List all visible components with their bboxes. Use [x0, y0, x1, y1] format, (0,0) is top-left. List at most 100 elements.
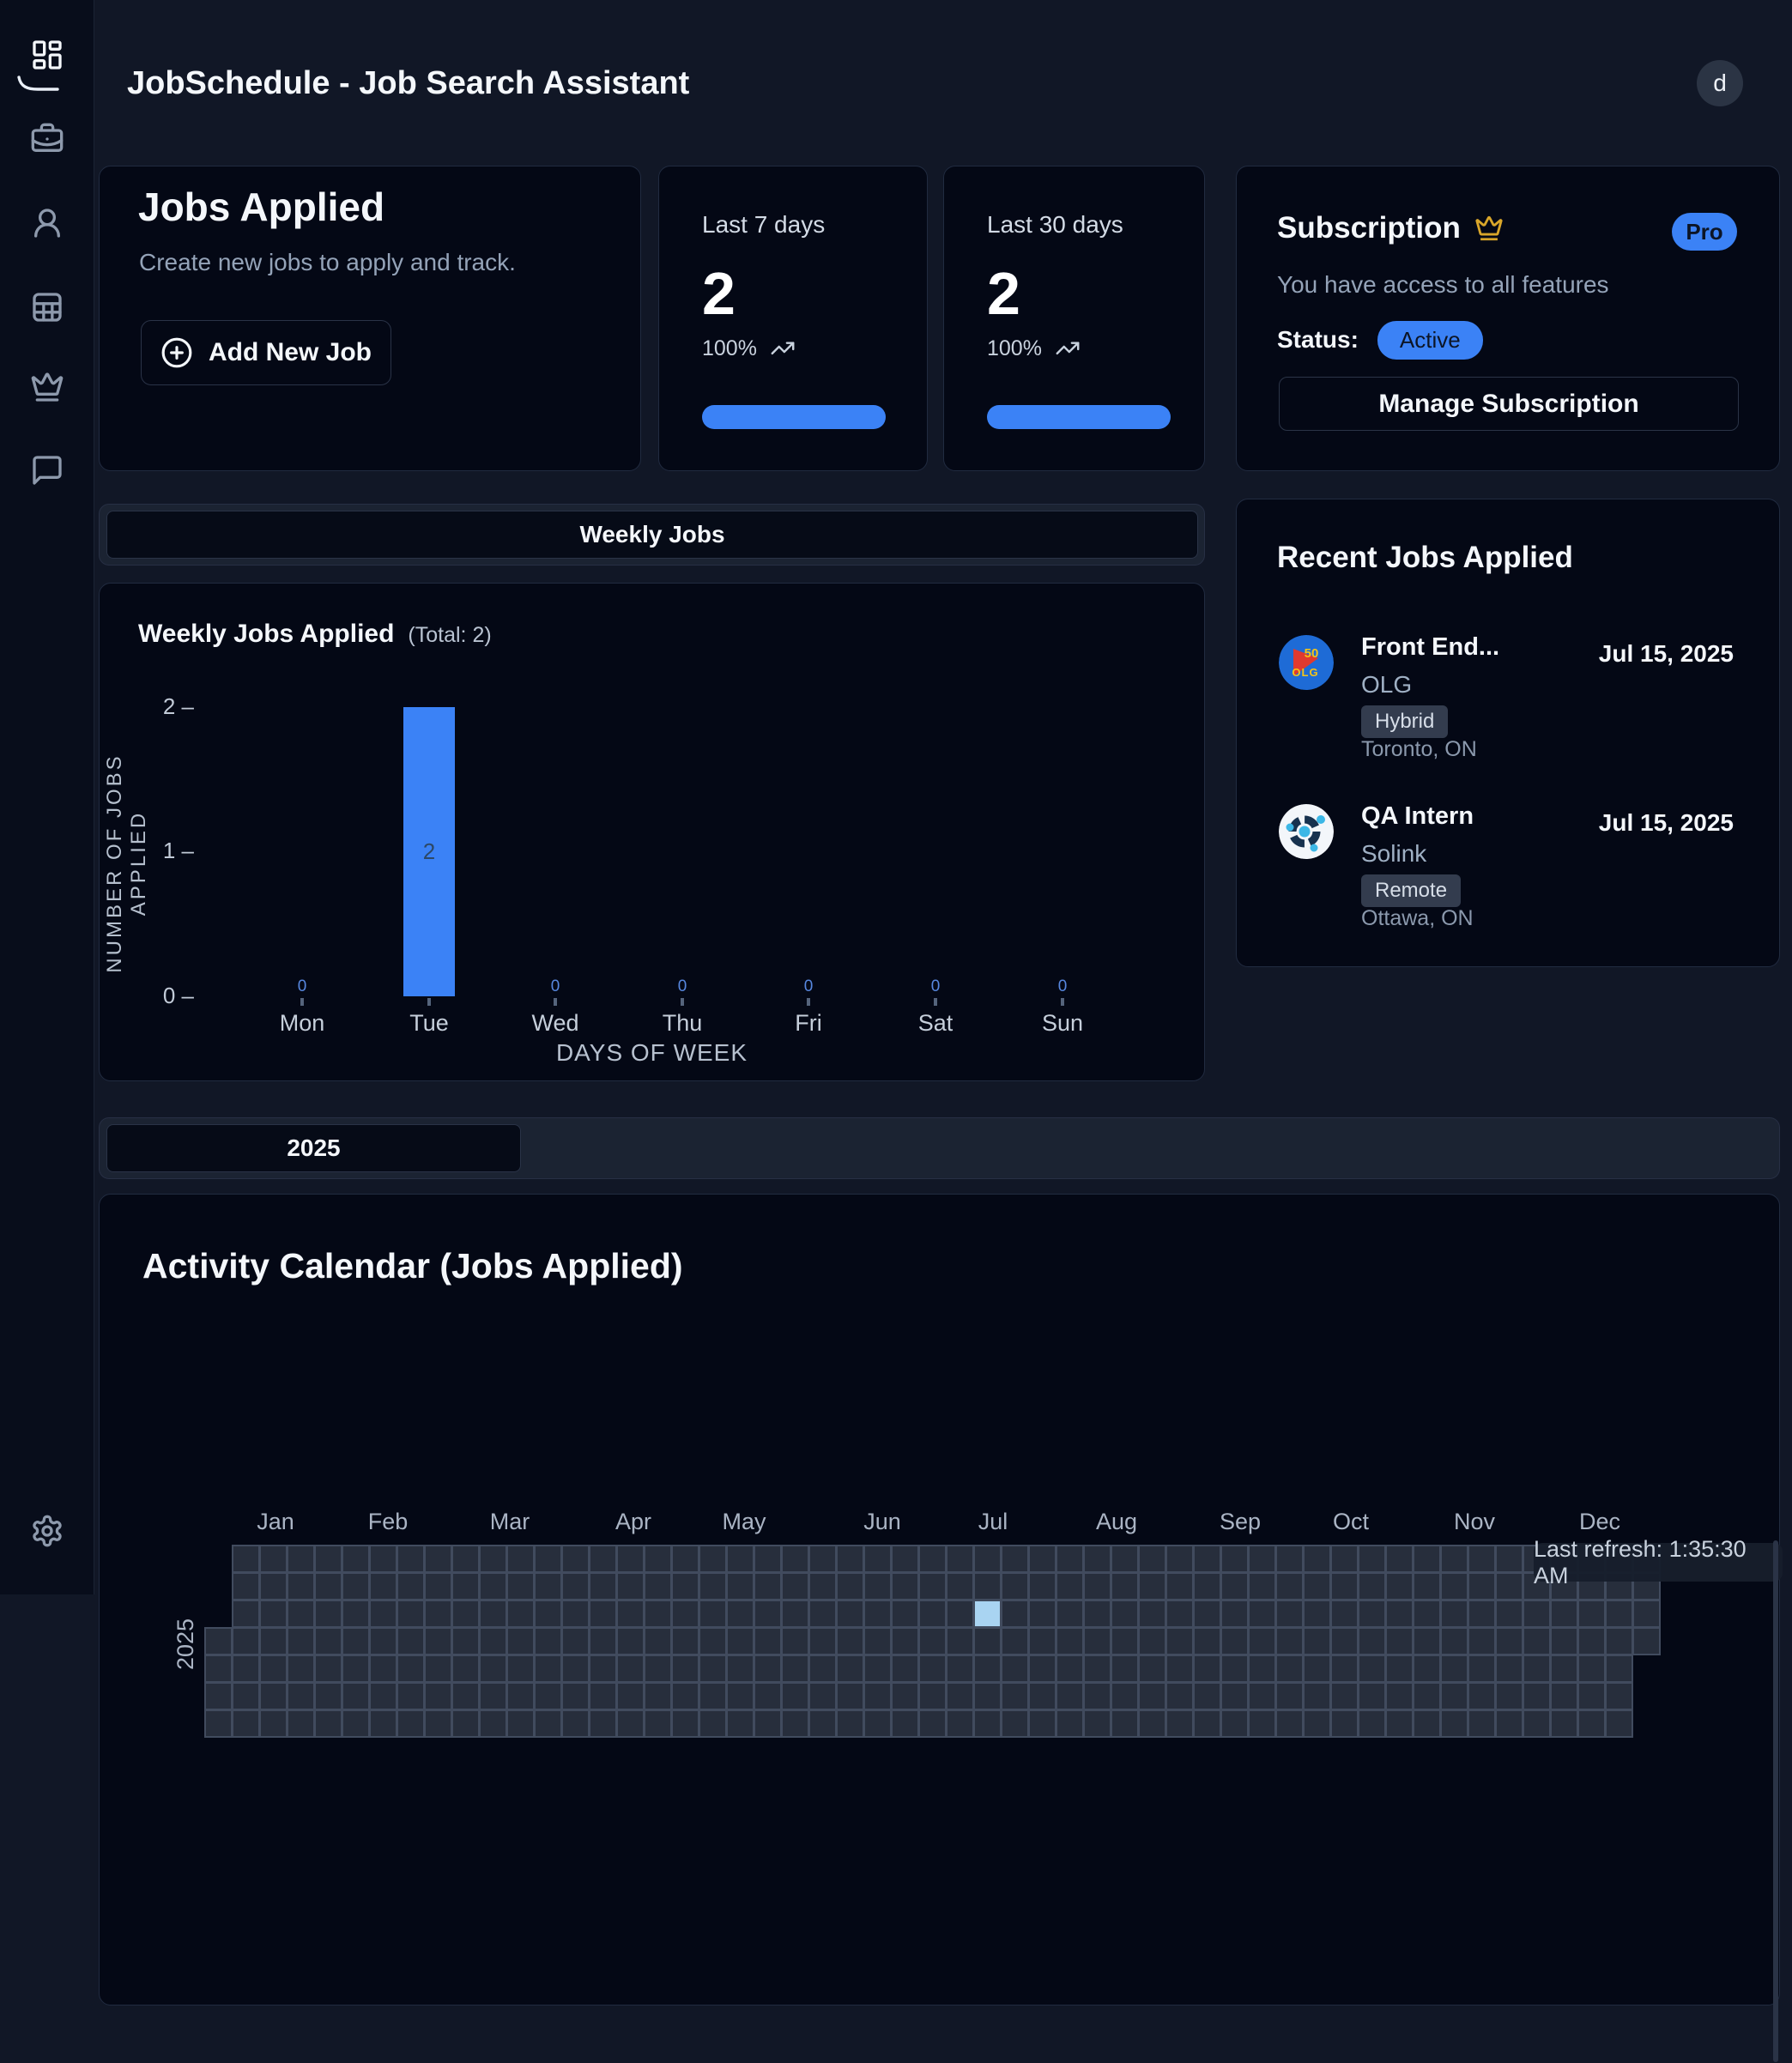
heatmap-cell[interactable]	[508, 1656, 533, 1681]
heatmap-cell[interactable]	[783, 1711, 808, 1736]
heatmap-cell[interactable]	[316, 1629, 341, 1654]
heatmap-cell[interactable]	[645, 1629, 670, 1654]
heatmap-cell[interactable]	[1085, 1574, 1110, 1599]
heatmap-cell[interactable]	[508, 1574, 533, 1599]
heatmap-cell[interactable]	[1414, 1601, 1439, 1626]
heatmap-cell[interactable]	[1277, 1546, 1302, 1571]
heatmap-cell[interactable]	[947, 1656, 972, 1681]
heatmap-cell[interactable]	[1332, 1656, 1357, 1681]
heatmap-cell[interactable]	[1057, 1656, 1082, 1681]
heatmap-cell[interactable]	[1030, 1684, 1055, 1709]
heatmap-cell[interactable]	[1579, 1711, 1604, 1736]
heatmap-cell[interactable]	[975, 1629, 1000, 1654]
heatmap-cell[interactable]	[920, 1711, 945, 1736]
heatmap-cell[interactable]	[453, 1546, 478, 1571]
heatmap-cell[interactable]	[947, 1711, 972, 1736]
heatmap-cell[interactable]	[1085, 1656, 1110, 1681]
heatmap-cell[interactable]	[316, 1656, 341, 1681]
heatmap-cell[interactable]	[481, 1656, 506, 1681]
heatmap-cell[interactable]	[645, 1684, 670, 1709]
heatmap-cell[interactable]	[1469, 1574, 1494, 1599]
heatmap-cell[interactable]	[1002, 1629, 1027, 1654]
heatmap-cell[interactable]	[1140, 1711, 1165, 1736]
heatmap-cell[interactable]	[590, 1629, 615, 1654]
heatmap-cell[interactable]	[1359, 1546, 1384, 1571]
heatmap-cell[interactable]	[426, 1684, 451, 1709]
heatmap-cell[interactable]	[838, 1601, 863, 1626]
heatmap-cell[interactable]	[947, 1629, 972, 1654]
heatmap-cell[interactable]	[1030, 1601, 1055, 1626]
heatmap-cell[interactable]	[1195, 1574, 1220, 1599]
heatmap-cell[interactable]	[1442, 1574, 1467, 1599]
heatmap-cell[interactable]	[1002, 1601, 1027, 1626]
heatmap-cell[interactable]	[920, 1601, 945, 1626]
heatmap-cell[interactable]	[975, 1656, 1000, 1681]
calendar-heatmap-grid[interactable]	[206, 1546, 1659, 1736]
heatmap-cell[interactable]	[810, 1574, 835, 1599]
heatmap-cell[interactable]	[1195, 1601, 1220, 1626]
heatmap-cell[interactable]	[481, 1574, 506, 1599]
heatmap-cell[interactable]	[261, 1684, 286, 1709]
heatmap-cell[interactable]	[728, 1574, 753, 1599]
heatmap-cell[interactable]	[233, 1684, 258, 1709]
heatmap-cell[interactable]	[810, 1629, 835, 1654]
heatmap-cell[interactable]	[618, 1574, 643, 1599]
heatmap-cell[interactable]	[233, 1574, 258, 1599]
heatmap-cell[interactable]	[1305, 1629, 1329, 1654]
heatmap-cell[interactable]	[316, 1546, 341, 1571]
heatmap-cell[interactable]	[1085, 1684, 1110, 1709]
heatmap-cell[interactable]	[947, 1574, 972, 1599]
heatmap-cell[interactable]	[261, 1546, 286, 1571]
heatmap-cell[interactable]	[1030, 1574, 1055, 1599]
heatmap-cell[interactable]	[1579, 1601, 1604, 1626]
heatmap-cell[interactable]	[398, 1629, 423, 1654]
heatmap-cell[interactable]	[398, 1711, 423, 1736]
heatmap-cell[interactable]	[1057, 1546, 1082, 1571]
heatmap-cell[interactable]	[920, 1656, 945, 1681]
heatmap-cell[interactable]	[1469, 1684, 1494, 1709]
heatmap-cell[interactable]	[536, 1684, 560, 1709]
heatmap-cell[interactable]	[920, 1546, 945, 1571]
heatmap-cell[interactable]	[755, 1711, 780, 1736]
heatmap-cell[interactable]	[645, 1656, 670, 1681]
vertical-scrollbar-thumb[interactable]	[1773, 1540, 1778, 2062]
heatmap-cell[interactable]	[893, 1546, 917, 1571]
heatmap-cell[interactable]	[728, 1711, 753, 1736]
heatmap-cell[interactable]	[1112, 1684, 1137, 1709]
heatmap-cell[interactable]	[1057, 1684, 1082, 1709]
heatmap-cell[interactable]	[1057, 1629, 1082, 1654]
heatmap-cell[interactable]	[1497, 1601, 1522, 1626]
heatmap-cell[interactable]	[755, 1629, 780, 1654]
heatmap-cell[interactable]	[1195, 1656, 1220, 1681]
heatmap-cell[interactable]	[1305, 1711, 1329, 1736]
heatmap-cell[interactable]	[618, 1656, 643, 1681]
job-item-qa-intern[interactable]: QA Intern Jul 15, 2025 Solink Remote Ott…	[1237, 789, 1779, 960]
heatmap-cell[interactable]	[1579, 1629, 1604, 1654]
heatmap-cell[interactable]	[975, 1546, 1000, 1571]
heatmap-cell[interactable]	[426, 1656, 451, 1681]
heatmap-cell[interactable]	[316, 1711, 341, 1736]
heatmap-cell[interactable]	[1030, 1629, 1055, 1654]
avatar[interactable]: d	[1697, 60, 1743, 106]
heatmap-cell[interactable]	[343, 1601, 368, 1626]
heatmap-cell[interactable]	[838, 1574, 863, 1599]
heatmap-cell[interactable]	[1222, 1656, 1247, 1681]
heatmap-cell[interactable]	[508, 1711, 533, 1736]
heatmap-cell[interactable]	[1167, 1711, 1192, 1736]
heatmap-cell[interactable]	[893, 1711, 917, 1736]
heatmap-cell[interactable]	[288, 1711, 313, 1736]
heatmap-cell[interactable]	[783, 1684, 808, 1709]
heatmap-cell[interactable]	[1085, 1711, 1110, 1736]
heatmap-cell[interactable]	[1634, 1629, 1659, 1654]
heatmap-cell[interactable]	[563, 1684, 588, 1709]
heatmap-cell[interactable]	[1250, 1684, 1274, 1709]
heatmap-cell[interactable]	[1250, 1546, 1274, 1571]
heatmap-cell[interactable]	[1222, 1711, 1247, 1736]
heatmap-cell[interactable]	[1387, 1546, 1412, 1571]
heatmap-cell[interactable]	[481, 1684, 506, 1709]
heatmap-cell[interactable]	[233, 1546, 258, 1571]
heatmap-cell[interactable]	[1250, 1629, 1274, 1654]
heatmap-cell[interactable]	[618, 1629, 643, 1654]
heatmap-cell[interactable]	[1195, 1546, 1220, 1571]
heatmap-cell[interactable]	[233, 1711, 258, 1736]
